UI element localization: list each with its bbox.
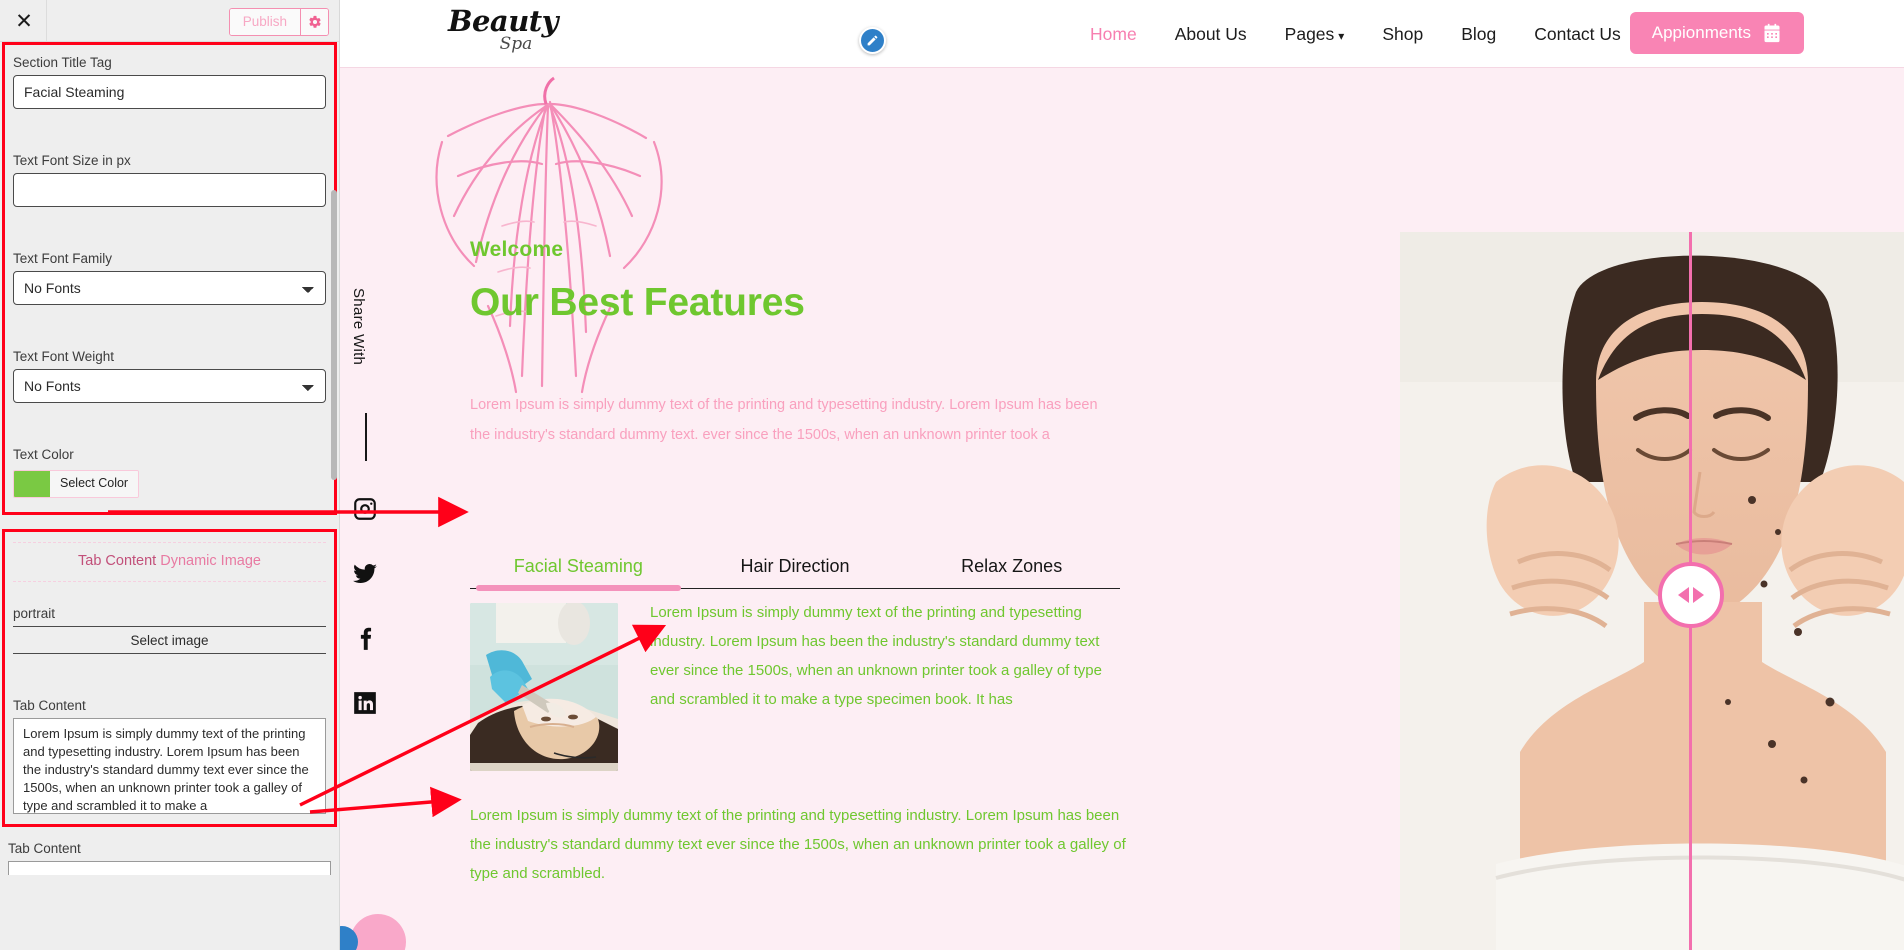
text-color-label: Text Color xyxy=(13,447,74,462)
page-title: Our Best Features xyxy=(470,281,805,324)
share-with-label: Share With xyxy=(350,288,367,366)
tab-content-label-2: Tab Content xyxy=(8,841,81,856)
logo-line-1: Beauty xyxy=(447,4,559,38)
section-title-tag-input[interactable] xyxy=(13,75,326,109)
nav-item-shop[interactable]: Shop xyxy=(1382,24,1423,45)
nav-item-contact-us[interactable]: Contact Us xyxy=(1534,24,1621,45)
editor-topbar: ✕ Publish xyxy=(0,0,339,42)
nav-item-about-us[interactable]: About Us xyxy=(1175,24,1247,45)
tab-content-textarea-2[interactable] xyxy=(8,861,331,875)
calendar-icon xyxy=(1764,23,1780,43)
tab-content-textarea[interactable]: Lorem Ipsum is simply dummy text of the … xyxy=(13,718,326,814)
hero-paragraph: Lorem Ipsum is simply dummy text of the … xyxy=(470,397,1098,443)
share-rail: Share With xyxy=(340,288,402,848)
compare-slider-icon[interactable] xyxy=(1658,562,1724,628)
select-image-button[interactable]: Select image xyxy=(13,626,326,654)
pencil-icon[interactable] xyxy=(859,27,886,54)
chevron-down-icon: ▾ xyxy=(1338,28,1345,43)
share-divider-line xyxy=(365,413,367,461)
hero-section: Share With Welcome Our Best Features Lor… xyxy=(340,68,1904,950)
logo-line-2: Spa xyxy=(499,34,533,54)
compare-photo xyxy=(1400,232,1904,950)
appointments-label: Appionments xyxy=(1651,23,1751,42)
tab-relax-zones[interactable]: Relax Zones xyxy=(903,556,1120,588)
dynamic-title-part2: Dynamic Image xyxy=(160,553,261,569)
text-font-size-input[interactable] xyxy=(13,173,326,207)
text-font-size-label: Text Font Size in px xyxy=(13,153,131,168)
editor-panel: ✕ Publish Section Title Tag Text Font Si… xyxy=(0,0,340,950)
facebook-icon[interactable] xyxy=(352,626,378,652)
gear-icon[interactable] xyxy=(300,9,328,35)
site-logo[interactable]: Beauty Spa xyxy=(438,4,568,54)
flower-decoration-icon xyxy=(435,76,663,394)
tab-facial-steaming[interactable]: Facial Steaming xyxy=(470,556,687,591)
text-style-settings-group: Section Title Tag Text Font Size in px T… xyxy=(2,42,337,515)
before-after-compare-widget[interactable] xyxy=(1400,232,1904,950)
panel-scrollbar[interactable] xyxy=(331,190,337,480)
section-title-tag-label: Section Title Tag xyxy=(13,55,112,70)
text-color-picker[interactable]: Select Color xyxy=(13,470,140,498)
portrait-label: portrait xyxy=(13,606,56,621)
topbar-divider xyxy=(46,0,47,42)
site-preview: Beauty Spa Home About Us Pages ▾ Shop Blo… xyxy=(340,0,1904,950)
publish-button[interactable]: Publish xyxy=(229,9,300,35)
nav-item-home[interactable]: Home xyxy=(1090,24,1137,45)
text-font-weight-label: Text Font Weight xyxy=(13,349,115,364)
publish-group: Publish xyxy=(228,8,329,36)
nav-item-pages[interactable]: Pages ▾ xyxy=(1285,24,1345,45)
hero-kicker: Welcome xyxy=(470,238,564,261)
site-header: Beauty Spa Home About Us Pages ▾ Shop Blo… xyxy=(340,0,1904,68)
tab-content-dynamic-image-title: Tab Content Dynamic Image xyxy=(13,542,326,582)
dynamic-title-part1: Tab Content xyxy=(78,553,161,569)
tab-content-image xyxy=(470,603,618,771)
text-font-family-select[interactable]: No Fonts xyxy=(13,271,326,305)
tab-extra-text: Lorem Ipsum is simply dummy text of the … xyxy=(470,807,1126,882)
tab-content-label: Tab Content xyxy=(13,698,86,713)
linkedin-icon[interactable] xyxy=(352,690,378,716)
scroll-to-top-button[interactable] xyxy=(350,914,406,950)
close-icon[interactable]: ✕ xyxy=(10,7,38,35)
select-color-label[interactable]: Select Color xyxy=(50,471,139,497)
tabs-row: Facial Steaming Hair Direction Relax Zon… xyxy=(470,556,1120,591)
color-swatch[interactable] xyxy=(14,471,50,497)
appointments-button[interactable]: Appionments xyxy=(1629,12,1804,54)
text-font-weight-select[interactable]: No Fonts xyxy=(13,369,326,403)
tab-content-settings-group: Tab Content Dynamic Image portrait Selec… xyxy=(2,529,337,827)
nav-item-blog[interactable]: Blog xyxy=(1461,24,1496,45)
instagram-icon[interactable] xyxy=(352,496,378,522)
text-font-family-label: Text Font Family xyxy=(13,251,113,266)
nav-pages-label: Pages xyxy=(1284,23,1335,44)
twitter-icon[interactable] xyxy=(352,561,378,587)
tab-body-text: Lorem Ipsum is simply dummy text of the … xyxy=(650,604,1102,708)
tab-hair-direction[interactable]: Hair Direction xyxy=(687,556,904,588)
main-navigation: Home About Us Pages ▾ Shop Blog Contact U… xyxy=(1090,0,1621,68)
